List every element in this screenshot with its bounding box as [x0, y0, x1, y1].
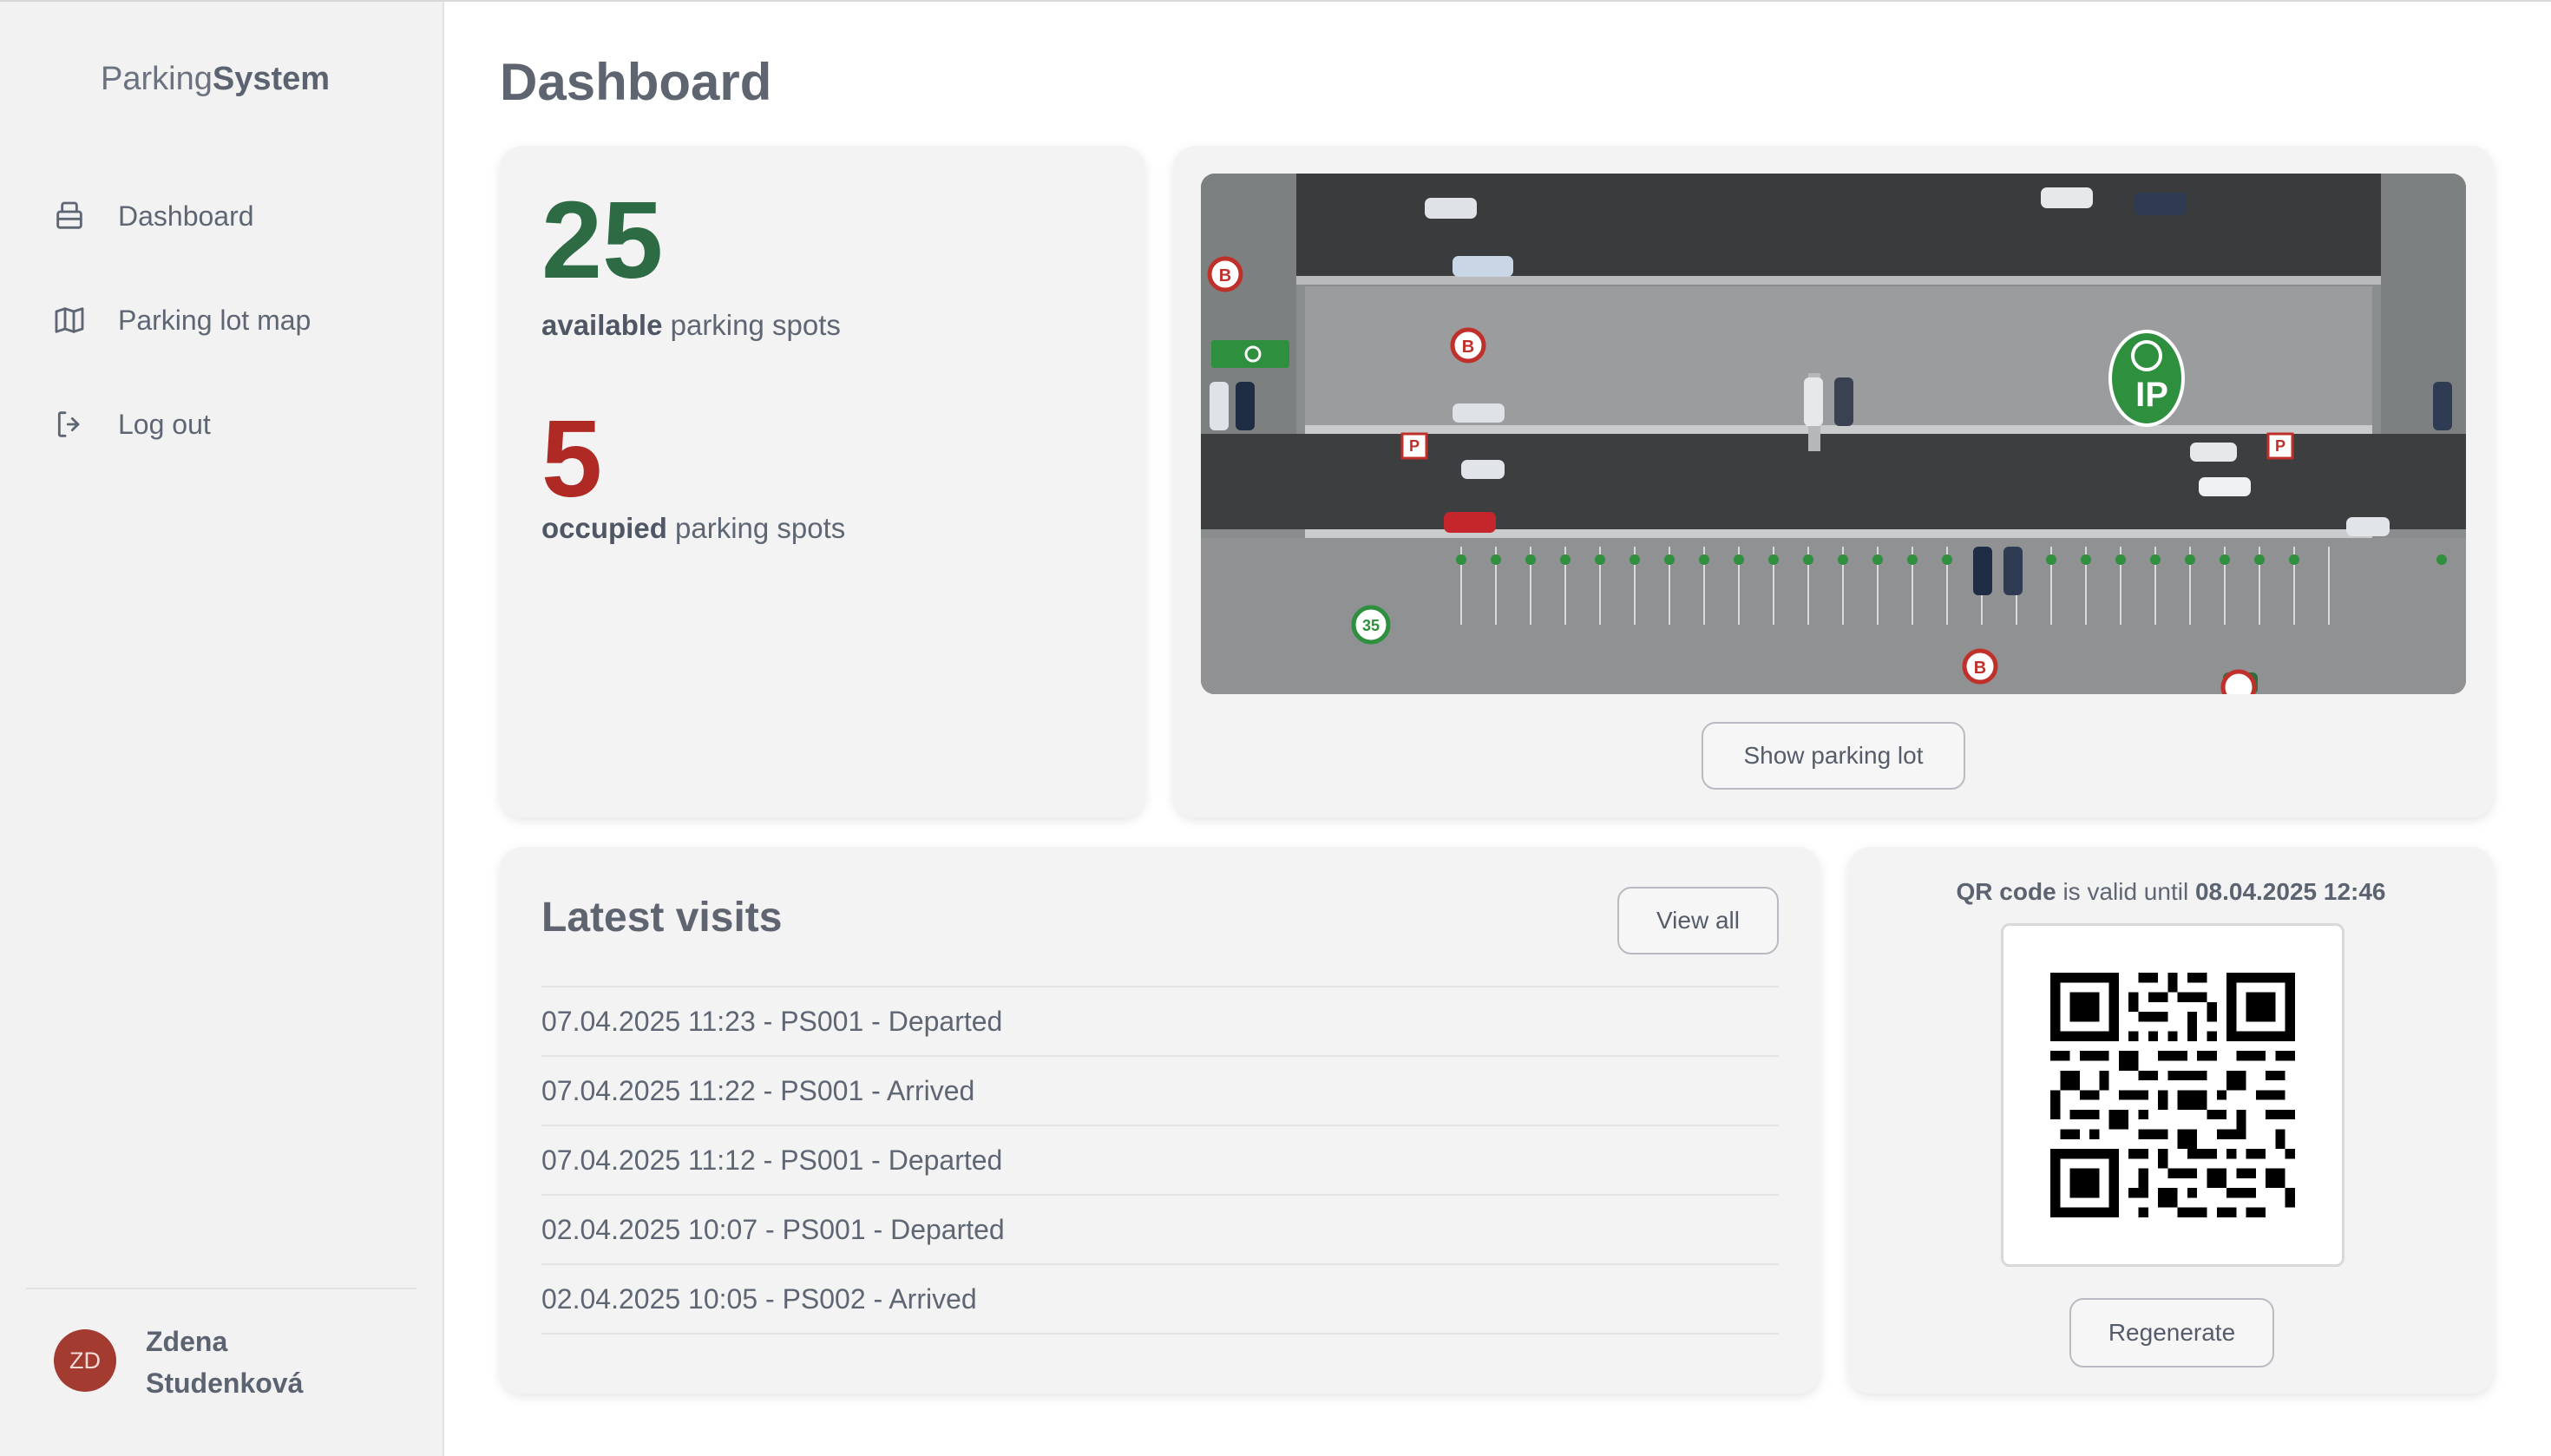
- svg-text:B: B: [1974, 659, 1986, 678]
- sidebar-item-label: Parking lot map: [118, 304, 311, 336]
- visits-list: 07.04.2025 11:23 - PS001 - Departed 07.0…: [541, 986, 1779, 1335]
- latest-visits-card: Latest visits View all 07.04.2025 11:23 …: [500, 847, 1820, 1394]
- qr-code-image: [2050, 973, 2295, 1217]
- parking-stats-card: 25 available parking spots 5 occupied pa…: [500, 146, 1145, 817]
- regenerate-button[interactable]: Regenerate: [2069, 1298, 2274, 1367]
- user-name: Zdena Studenková: [146, 1326, 304, 1399]
- available-label: available parking spots: [541, 309, 841, 341]
- parking-lot-aerial-image: P P B B B 35 IP: [1201, 174, 2466, 694]
- printer-icon: [56, 201, 82, 229]
- occupied-count: 5: [541, 397, 603, 520]
- latest-visits-title: Latest visits: [541, 895, 783, 941]
- svg-text:P: P: [1409, 437, 1420, 455]
- aerial-photo-drawing: P P B B B 35 IP: [1201, 174, 2466, 694]
- qr-validity-text: QR code is valid until 08.04.2025 12:46: [1956, 878, 2386, 905]
- qr-code-frame: [2001, 923, 2344, 1267]
- list-item: 02.04.2025 10:07 - PS001 - Departed: [541, 1196, 1779, 1265]
- avatar[interactable]: ZD: [54, 1329, 116, 1392]
- sidebar-item-dashboard[interactable]: Dashboard: [52, 186, 254, 246]
- list-item: 07.04.2025 11:12 - PS001 - Departed: [541, 1126, 1779, 1196]
- list-item: 07.04.2025 11:23 - PS001 - Departed: [541, 987, 1779, 1057]
- map-icon: [55, 307, 84, 333]
- sidebar-item-log-out[interactable]: Log out: [52, 394, 211, 455]
- sidebar-item-label: Dashboard: [118, 200, 254, 232]
- available-count: 25: [541, 179, 664, 301]
- map-ip-label: IP: [2135, 376, 2168, 414]
- sidebar-item-parking-lot-map[interactable]: Parking lot map: [52, 290, 311, 351]
- logout-icon: [57, 411, 80, 437]
- list-item: 07.04.2025 11:22 - PS001 - Arrived: [541, 1057, 1779, 1126]
- occupied-label: occupied parking spots: [541, 512, 846, 544]
- list-item: 02.04.2025 10:05 - PS002 - Arrived: [541, 1265, 1779, 1335]
- svg-text:P: P: [2275, 437, 2285, 455]
- parking-map-card: P P B B B 35 IP Show parking lot: [1173, 146, 2494, 817]
- sidebar-divider: [26, 1288, 416, 1289]
- sidebar: ParkingSystem Dashboard Parking lot map …: [0, 2, 444, 1456]
- svg-text:B: B: [1219, 266, 1231, 285]
- sidebar-item-label: Log out: [118, 408, 211, 440]
- show-parking-lot-button[interactable]: Show parking lot: [1702, 722, 1965, 790]
- view-all-button[interactable]: View all: [1617, 887, 1779, 954]
- brand-logo: ParkingSystem: [101, 61, 331, 97]
- map-badge-number: 35: [1362, 617, 1380, 634]
- qr-code-card: QR code is valid until 08.04.2025 12:46: [1848, 847, 2494, 1394]
- svg-text:B: B: [1462, 338, 1474, 357]
- page-title: Dashboard: [500, 53, 772, 111]
